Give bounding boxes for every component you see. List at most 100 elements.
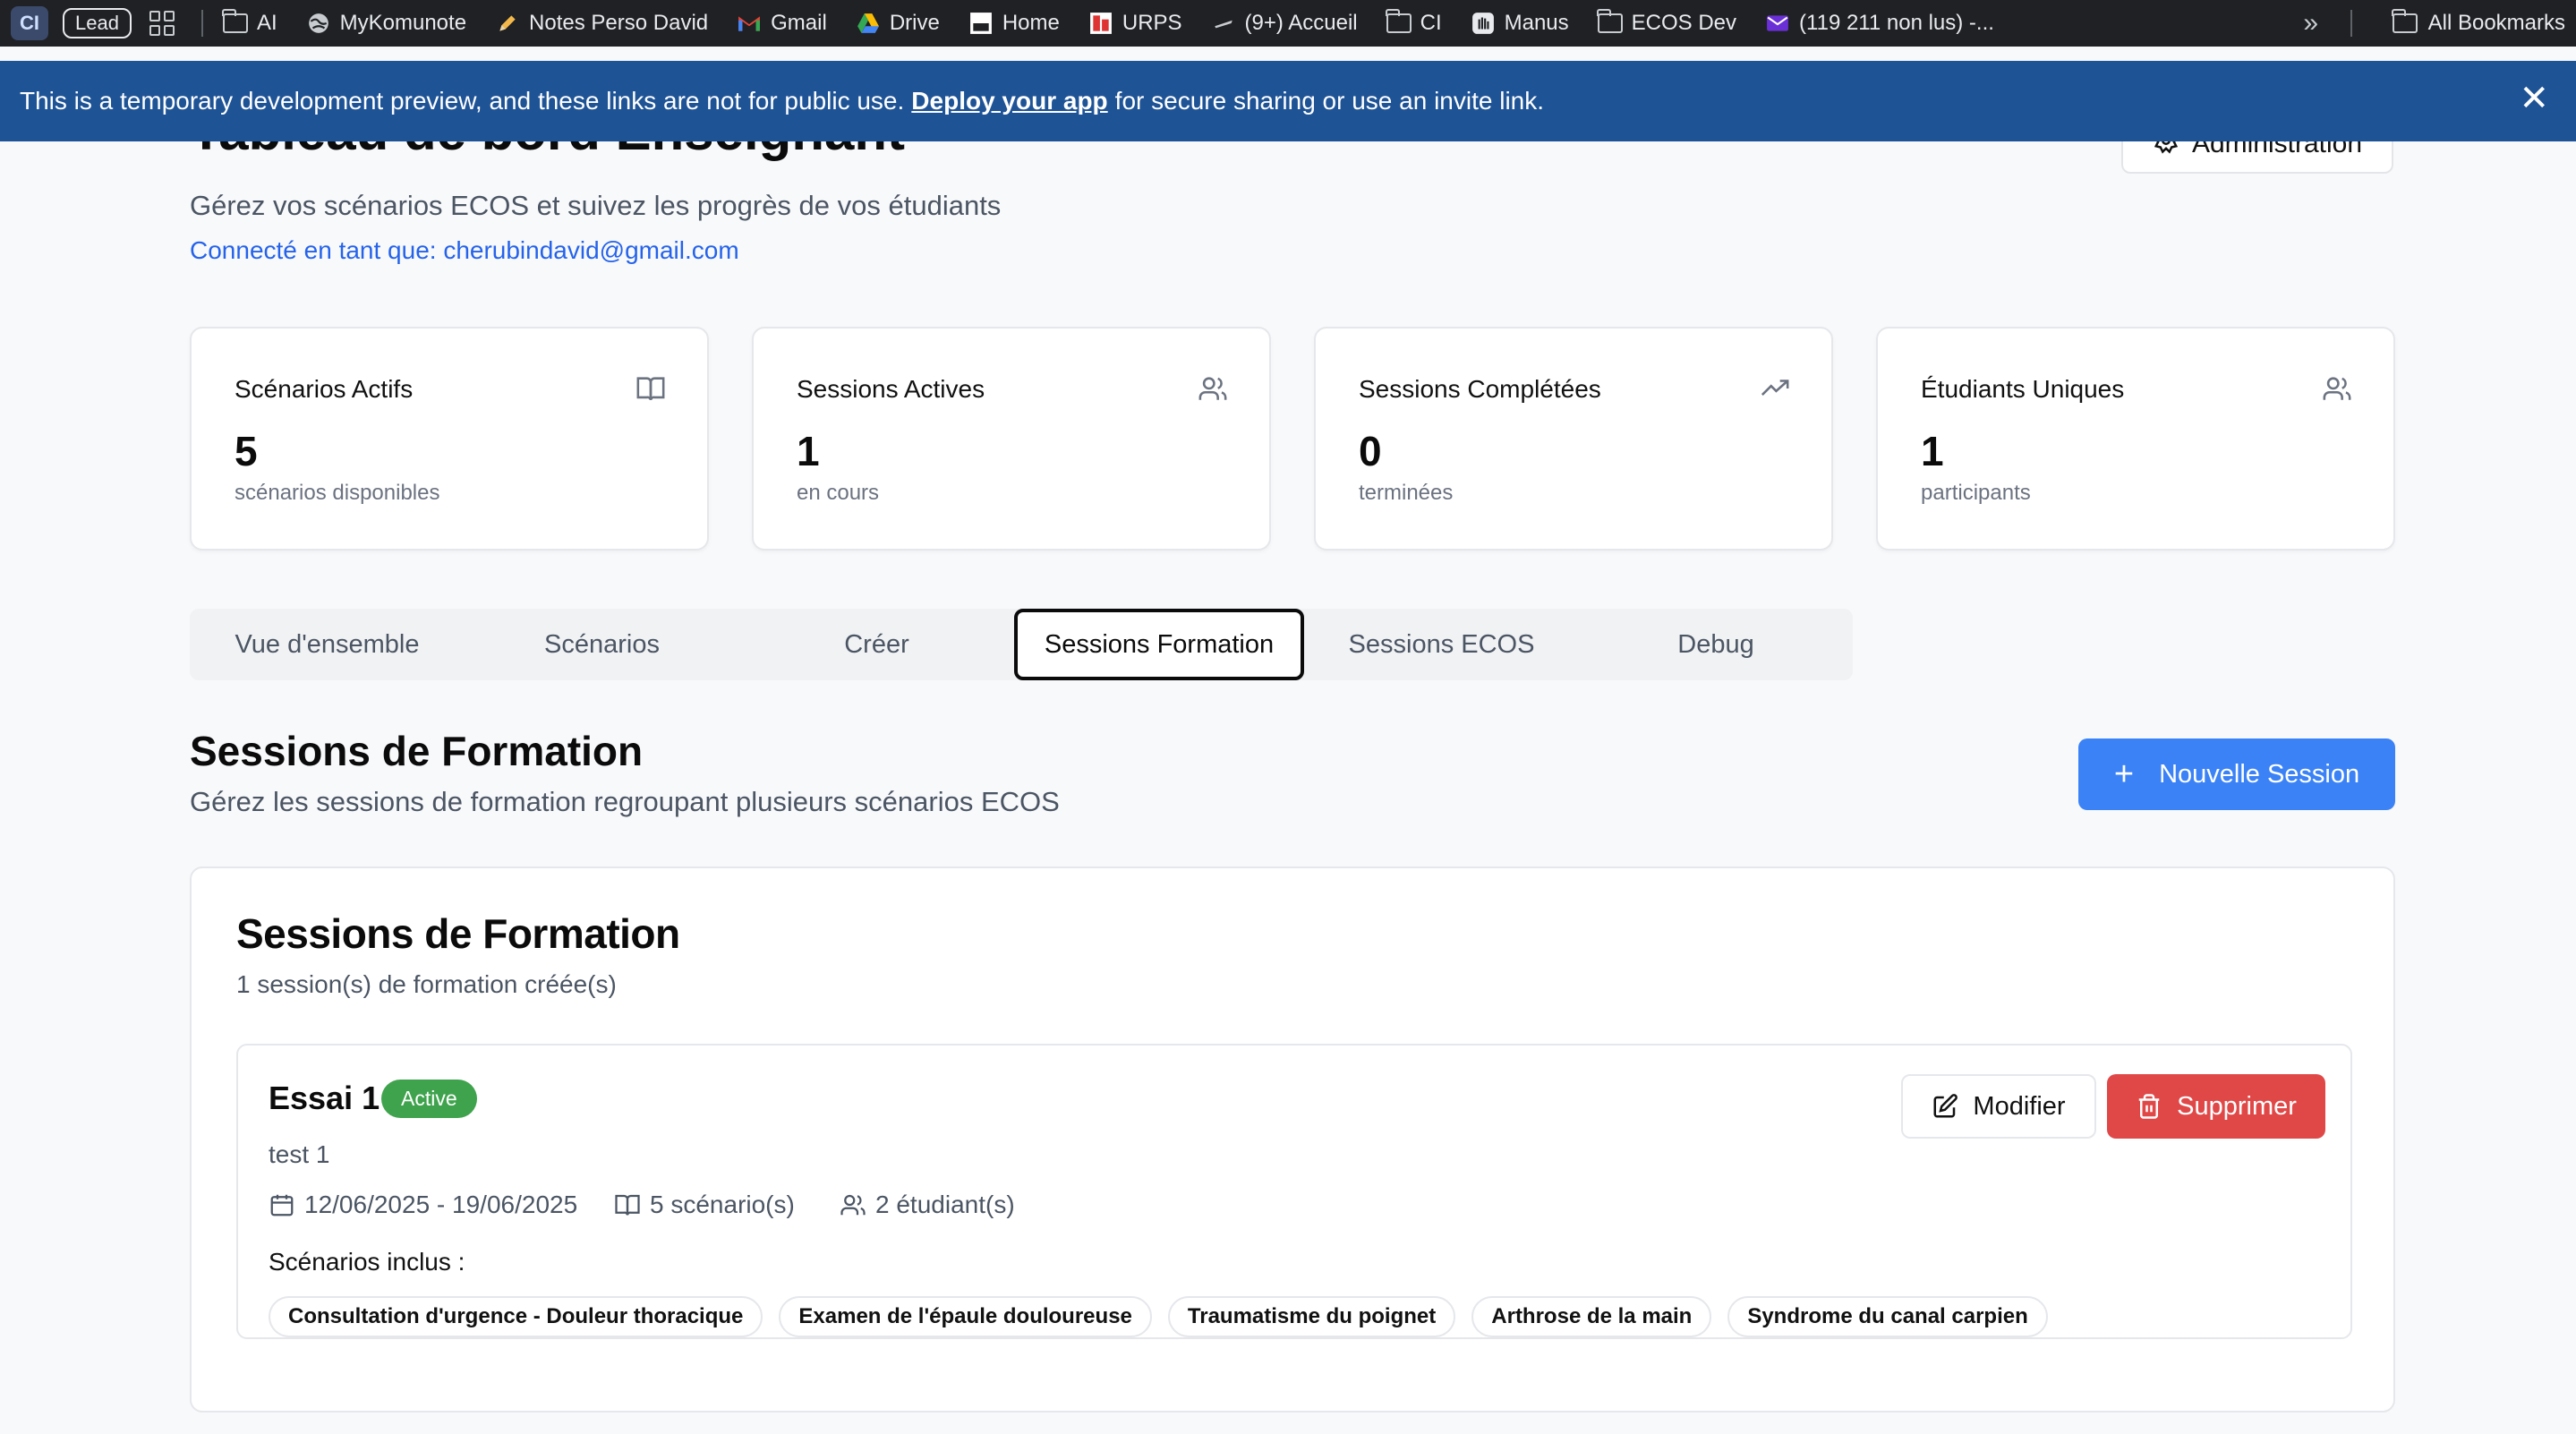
bookmark-label: MyKomunote — [339, 11, 467, 35]
bookmark-ecos-dev[interactable]: ECOS Dev — [1597, 9, 1737, 36]
stat-sub: en cours — [797, 481, 880, 505]
apps-grid-icon[interactable] — [149, 11, 175, 36]
bookmarks-bar: CI Lead AI MyKomunote Notes Perso David … — [0, 0, 2576, 47]
bookmarks-overflow-button[interactable]: » — [2303, 8, 2318, 38]
section-subtitle: Gérez les sessions de formation regroupa… — [190, 786, 1060, 817]
lead-chip[interactable]: Lead — [63, 8, 132, 38]
stat-value: 1 — [1921, 428, 1944, 474]
card-subtitle: 1 session(s) de formation créée(s) — [236, 970, 617, 998]
tab-sessions-ecos[interactable]: Sessions ECOS — [1304, 609, 1579, 680]
stat-card-sessions-actives: Sessions Actives 1 en cours — [752, 327, 1271, 551]
scenario-chip: Arthrose de la main — [1471, 1296, 1712, 1337]
bookmarks-divider — [2350, 10, 2352, 37]
bookmark-manus[interactable]: Manus — [1471, 11, 1569, 36]
student-count-text: 2 étudiant(s) — [875, 1191, 1015, 1218]
stat-value: 1 — [797, 428, 820, 474]
session-student-count: 2 étudiant(s) — [840, 1191, 1015, 1219]
stat-sub: terminées — [1359, 481, 1454, 505]
bookmark-urps[interactable]: URPS — [1088, 11, 1182, 36]
book-icon — [615, 1194, 640, 1216]
stat-card-etudiants-uniques: Étudiants Uniques 1 participants — [1876, 327, 2395, 551]
bookmark-gmail[interactable]: Gmail — [737, 11, 827, 36]
session-description: test 1 — [269, 1140, 330, 1168]
tab-vue-ensemble[interactable]: Vue d'ensemble — [190, 609, 465, 680]
stat-card-scenarios-actifs: Scénarios Actifs 5 scénarios disponibles — [190, 327, 709, 551]
section-title: Sessions de Formation — [190, 728, 644, 774]
banner-text: This is a temporary development preview,… — [20, 87, 905, 115]
tab-creer[interactable]: Créer — [739, 609, 1014, 680]
dashboard-tabs: Vue d'ensemble Scénarios Créer Sessions … — [190, 609, 1853, 680]
book-icon — [636, 377, 665, 401]
session-name: Essai 1 — [269, 1080, 380, 1116]
home-favicon — [968, 11, 994, 36]
bookmark-label: URPS — [1122, 11, 1182, 35]
bookmark-label: CI — [1420, 11, 1442, 35]
scenario-chip: Syndrome du canal carpien — [1727, 1296, 2048, 1337]
page-subtitle: Gérez vos scénarios ECOS et suivez les p… — [190, 190, 1002, 221]
stat-sub: participants — [1921, 481, 2031, 505]
stat-value: 0 — [1359, 428, 1382, 474]
folder-icon — [2392, 9, 2418, 33]
bookmark-label: (9+) Accueil — [1244, 11, 1358, 35]
included-scenarios-label: Scénarios inclus : — [269, 1248, 465, 1276]
edit-label: Modifier — [1973, 1091, 2066, 1121]
bookmark-label: AI — [256, 11, 277, 35]
card-title: Sessions de Formation — [236, 910, 680, 957]
scenario-chip: Consultation d'urgence - Douleur thoraci… — [269, 1296, 763, 1337]
tab-sessions-formation[interactable]: Sessions Formation — [1014, 609, 1304, 680]
scenario-chip: Traumatisme du poignet — [1167, 1296, 1456, 1337]
bookmark-label: ECOS Dev — [1631, 11, 1737, 35]
scenario-chip: Examen de l'épaule douloureuse — [779, 1296, 1152, 1337]
bookmark-accueil[interactable]: (9+) Accueil — [1211, 11, 1358, 36]
bookmark-drive[interactable]: Drive — [856, 11, 940, 36]
bookmark-mykomunote[interactable]: MyKomunote — [306, 11, 466, 36]
stat-label: Étudiants Uniques — [1921, 375, 2125, 403]
delete-label: Supprimer — [2177, 1091, 2297, 1121]
new-session-button[interactable]: + Nouvelle Session — [2078, 738, 2395, 810]
manus-icon — [1471, 11, 1496, 36]
edit-icon — [1933, 1094, 1958, 1118]
deploy-app-link[interactable]: Deploy your app — [911, 87, 1107, 115]
session-scenario-count: 5 scénario(s) — [614, 1191, 795, 1219]
status-badge: Active — [381, 1080, 477, 1118]
bookmark-ai[interactable]: AI — [222, 9, 277, 36]
drive-icon — [856, 11, 881, 36]
stat-label: Sessions Actives — [797, 375, 985, 403]
globe-icon — [306, 11, 331, 36]
bookmark-notes-perso[interactable]: Notes Perso David — [495, 11, 708, 36]
connected-user: Connecté en tant que: cherubindavid@gmai… — [190, 236, 739, 264]
bookmark-ci[interactable]: CI — [1386, 9, 1442, 36]
users-icon — [840, 1194, 866, 1216]
mail-favicon — [1765, 11, 1790, 36]
folder-icon — [222, 9, 248, 33]
banner-text-after: for secure sharing or use an invite link… — [1114, 87, 1545, 115]
bookmark-mail[interactable]: (119 211 non lus) -... — [1765, 11, 1994, 36]
scenario-count-text: 5 scénario(s) — [650, 1191, 795, 1218]
session-dates: 12/06/2025 - 19/06/2025 — [269, 1191, 577, 1219]
tab-debug[interactable]: Debug — [1579, 609, 1853, 680]
stat-sub: scénarios disponibles — [235, 481, 440, 505]
stat-card-sessions-completees: Sessions Complétées 0 terminées — [1314, 327, 1833, 551]
bookmark-home[interactable]: Home — [968, 11, 1060, 36]
sessions-card: Sessions de Formation 1 session(s) de fo… — [190, 866, 2395, 1413]
edit-session-button[interactable]: Modifier — [1901, 1074, 2096, 1139]
tab-scenarios[interactable]: Scénarios — [465, 609, 739, 680]
accueil-favicon — [1211, 11, 1236, 36]
trash-icon — [2138, 1094, 2160, 1119]
users-icon — [1198, 377, 1227, 400]
stat-value: 5 — [235, 428, 258, 474]
close-icon[interactable]: ✕ — [2519, 81, 2549, 116]
folder-icon — [1597, 9, 1623, 33]
new-session-label: Nouvelle Session — [2159, 759, 2360, 789]
stat-label: Sessions Complétées — [1359, 375, 1601, 403]
delete-session-button[interactable]: Supprimer — [2107, 1074, 2325, 1139]
pencil-icon — [495, 11, 520, 36]
calendar-icon — [270, 1194, 294, 1216]
scenario-chips: Consultation d'urgence - Douleur thoraci… — [269, 1296, 2048, 1337]
profile-badge[interactable]: CI — [11, 6, 48, 40]
bookmark-label: (119 211 non lus) -... — [1799, 11, 1994, 35]
folder-icon — [1386, 9, 1412, 33]
trending-up-icon — [1761, 380, 1789, 396]
bookmark-label: Notes Perso David — [529, 11, 709, 35]
all-bookmarks-button[interactable]: All Bookmarks — [2392, 9, 2565, 36]
